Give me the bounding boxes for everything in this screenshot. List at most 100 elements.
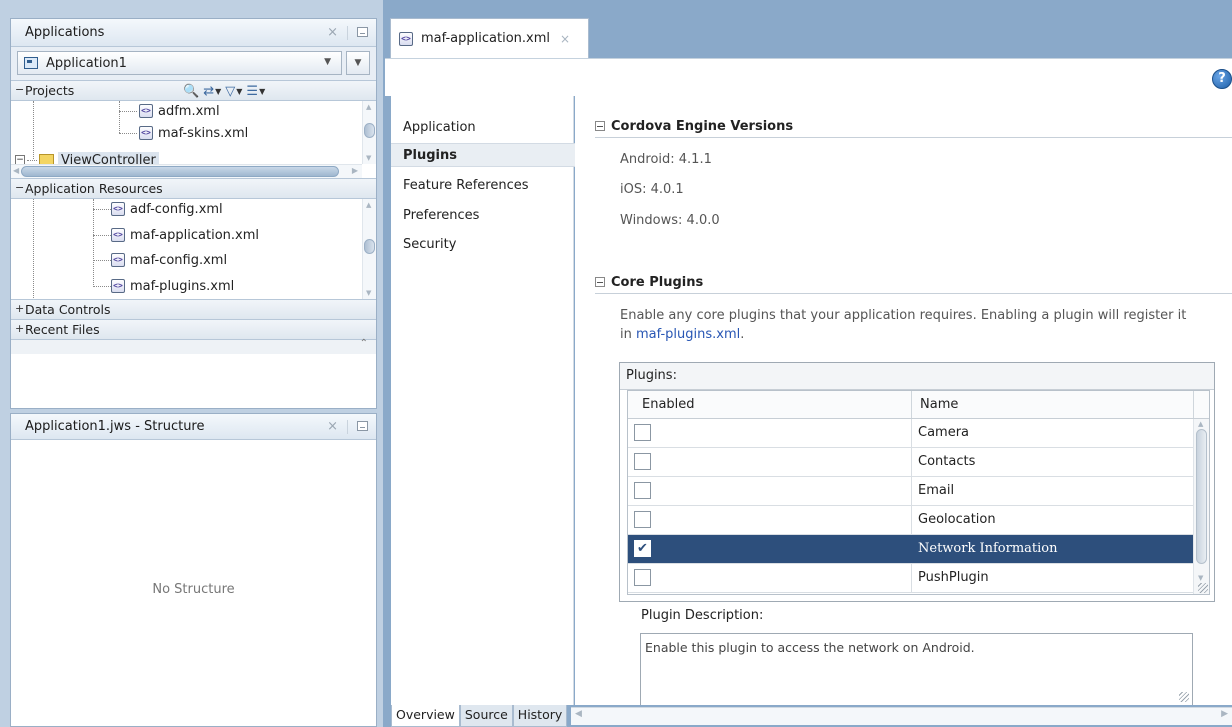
scrollbar-thumb[interactable] xyxy=(364,239,375,254)
enabled-cell xyxy=(628,564,912,592)
filter-icon[interactable]: ▽ ▼ xyxy=(225,84,242,99)
nav-application[interactable]: Application xyxy=(391,116,574,140)
plugin-name: Contacts xyxy=(918,454,976,469)
sync-icon[interactable]: ⇄ ▼ xyxy=(203,84,221,99)
xml-file-icon: <> xyxy=(111,228,125,242)
plugins-table-scrollbar[interactable]: ▲ ▼ xyxy=(1193,419,1209,594)
plugin-enabled-checkbox[interactable] xyxy=(634,511,651,528)
scroll-down-icon[interactable]: ▼ xyxy=(366,289,371,297)
scroll-up-icon[interactable]: ▲ xyxy=(1198,420,1203,428)
scroll-left-icon[interactable]: ◀ xyxy=(13,166,19,175)
nav-preferences[interactable]: Preferences xyxy=(391,204,574,228)
collapse-icon[interactable]: − xyxy=(15,181,24,194)
scroll-right-icon[interactable]: ▶ xyxy=(352,166,358,175)
search-icon[interactable]: 🔍 xyxy=(183,84,199,99)
tab-history[interactable]: History xyxy=(512,705,568,727)
plugin-enabled-checkbox[interactable] xyxy=(634,569,651,586)
application-resources-section-header[interactable]: − Application Resources xyxy=(11,179,376,199)
working-sets-icon[interactable]: ☰ ▼ xyxy=(246,84,265,99)
table-row[interactable]: Contacts xyxy=(628,448,1194,477)
windows-version: Windows: 4.0.0 xyxy=(620,213,720,228)
resources-vertical-scrollbar[interactable]: ▲ ▼ xyxy=(362,199,376,299)
core-plugins-section-header[interactable]: Core Plugins xyxy=(595,272,703,292)
table-row[interactable]: PushPlugin xyxy=(628,564,1194,593)
application-selector[interactable]: Application1 ▼ xyxy=(17,51,342,75)
close-icon[interactable]: × xyxy=(560,32,570,46)
nav-security[interactable]: Security xyxy=(391,233,574,257)
table-row[interactable]: Geolocation xyxy=(628,506,1194,535)
scrollbar-thumb[interactable] xyxy=(1196,429,1207,564)
tree-guide xyxy=(119,111,137,112)
tab-label: maf-application.xml xyxy=(421,31,550,46)
scrollbar-thumb[interactable] xyxy=(21,166,339,177)
maf-plugins-link[interactable]: maf-plugins.xml xyxy=(636,327,740,342)
minimize-icon[interactable] xyxy=(357,27,368,37)
plugin-enabled-checkbox-checked[interactable]: ✔ xyxy=(634,540,651,557)
resize-grip-icon[interactable] xyxy=(1198,583,1208,593)
xml-file-icon: <> xyxy=(111,202,125,216)
collapse-icon[interactable] xyxy=(595,277,605,287)
tree-node-maf-skins[interactable]: <> maf-skins.xml xyxy=(139,123,248,143)
data-controls-section-header[interactable]: + Data Controls xyxy=(11,300,376,320)
column-header-name[interactable]: Name xyxy=(912,391,1194,418)
applications-panel-header: Applications × xyxy=(11,19,376,47)
scrollbar-thumb[interactable] xyxy=(364,123,375,138)
applications-panel-title: Applications xyxy=(25,25,105,40)
close-icon[interactable]: × xyxy=(327,25,338,40)
nav-feature-references[interactable]: Feature References xyxy=(391,174,574,198)
scroll-down-icon[interactable]: ▼ xyxy=(1198,574,1203,582)
table-row[interactable]: Camera xyxy=(628,419,1194,448)
plugin-name: Camera xyxy=(918,425,970,440)
collapse-icon[interactable] xyxy=(595,121,605,131)
nav-plugins[interactable]: Plugins xyxy=(391,143,575,167)
plugin-description-field[interactable]: Enable this plugin to access the network… xyxy=(640,633,1193,705)
tree-node-adfm[interactable]: <> adfm.xml xyxy=(139,101,220,121)
plugin-enabled-checkbox[interactable] xyxy=(634,482,651,499)
table-row[interactable]: Email xyxy=(628,477,1194,506)
application-selector-value: Application1 xyxy=(46,56,127,71)
projects-section-header[interactable]: − Projects 🔍 ⇄ ▼ ▽ ▼ ☰ ▼ xyxy=(11,81,376,101)
application-icon xyxy=(24,57,38,69)
plugin-name: Network Information xyxy=(918,541,1058,556)
collapse-icon[interactable]: − xyxy=(15,83,24,96)
recent-files-section-header[interactable]: + Recent Files xyxy=(11,320,376,340)
tab-source[interactable]: Source xyxy=(459,705,513,727)
scroll-left-icon[interactable]: ◀ xyxy=(575,709,582,719)
ios-version: iOS: 4.0.1 xyxy=(620,182,684,197)
tree-node-maf-application[interactable]: <> maf-application.xml xyxy=(111,225,259,245)
scroll-down-icon[interactable]: ▼ xyxy=(366,154,371,162)
tree-node-label: maf-plugins.xml xyxy=(130,278,235,294)
plugin-enabled-checkbox[interactable] xyxy=(634,424,651,441)
editor-horizontal-scrollbar[interactable]: ◀ ▶ xyxy=(571,707,1232,725)
scroll-up-icon[interactable]: ▲ xyxy=(366,103,371,111)
application-selector-row: Application1 ▼ ▼ xyxy=(11,47,376,81)
double-chevron-up-icon[interactable]: ⌃ xyxy=(360,338,368,349)
application-menu-button[interactable]: ▼ xyxy=(346,51,370,75)
scroll-right-icon[interactable]: ▶ xyxy=(1221,709,1228,719)
scroll-up-icon[interactable]: ▲ xyxy=(366,201,371,209)
column-header-enabled[interactable]: Enabled xyxy=(628,391,912,418)
tree-node-maf-plugins[interactable]: <> maf-plugins.xml xyxy=(111,276,234,296)
data-controls-label: Data Controls xyxy=(25,302,111,317)
expand-icon[interactable]: + xyxy=(15,322,24,335)
close-icon[interactable]: × xyxy=(327,419,338,434)
tab-overview[interactable]: Overview xyxy=(391,705,460,727)
minimize-icon[interactable] xyxy=(357,421,368,431)
plugin-enabled-checkbox[interactable] xyxy=(634,453,651,470)
tree-node-adf-config[interactable]: <> adf-config.xml xyxy=(111,199,223,219)
projects-vertical-scrollbar[interactable]: ▲ ▼ xyxy=(362,101,376,164)
help-icon[interactable]: ? xyxy=(1212,69,1232,89)
resize-grip-icon[interactable] xyxy=(1179,692,1189,702)
tree-guide xyxy=(93,235,111,236)
tree-node-label: maf-config.xml xyxy=(130,252,228,268)
tree-node-label: adfm.xml xyxy=(158,103,220,119)
tree-guide xyxy=(119,133,137,134)
projects-horizontal-scrollbar[interactable]: ◀ ▶ xyxy=(11,164,362,178)
tree-node-maf-config[interactable]: <> maf-config.xml xyxy=(111,250,227,270)
table-row-selected[interactable]: ✔ Network Information xyxy=(628,535,1194,564)
tab-maf-application-xml[interactable]: <> maf-application.xml × xyxy=(390,18,589,58)
expand-icon[interactable]: + xyxy=(15,302,24,315)
cordova-section-header[interactable]: Cordova Engine Versions xyxy=(595,116,793,136)
projects-toolbar: 🔍 ⇄ ▼ ▽ ▼ ☰ ▼ xyxy=(183,82,265,100)
plugin-description-label: Plugin Description: xyxy=(641,608,764,623)
